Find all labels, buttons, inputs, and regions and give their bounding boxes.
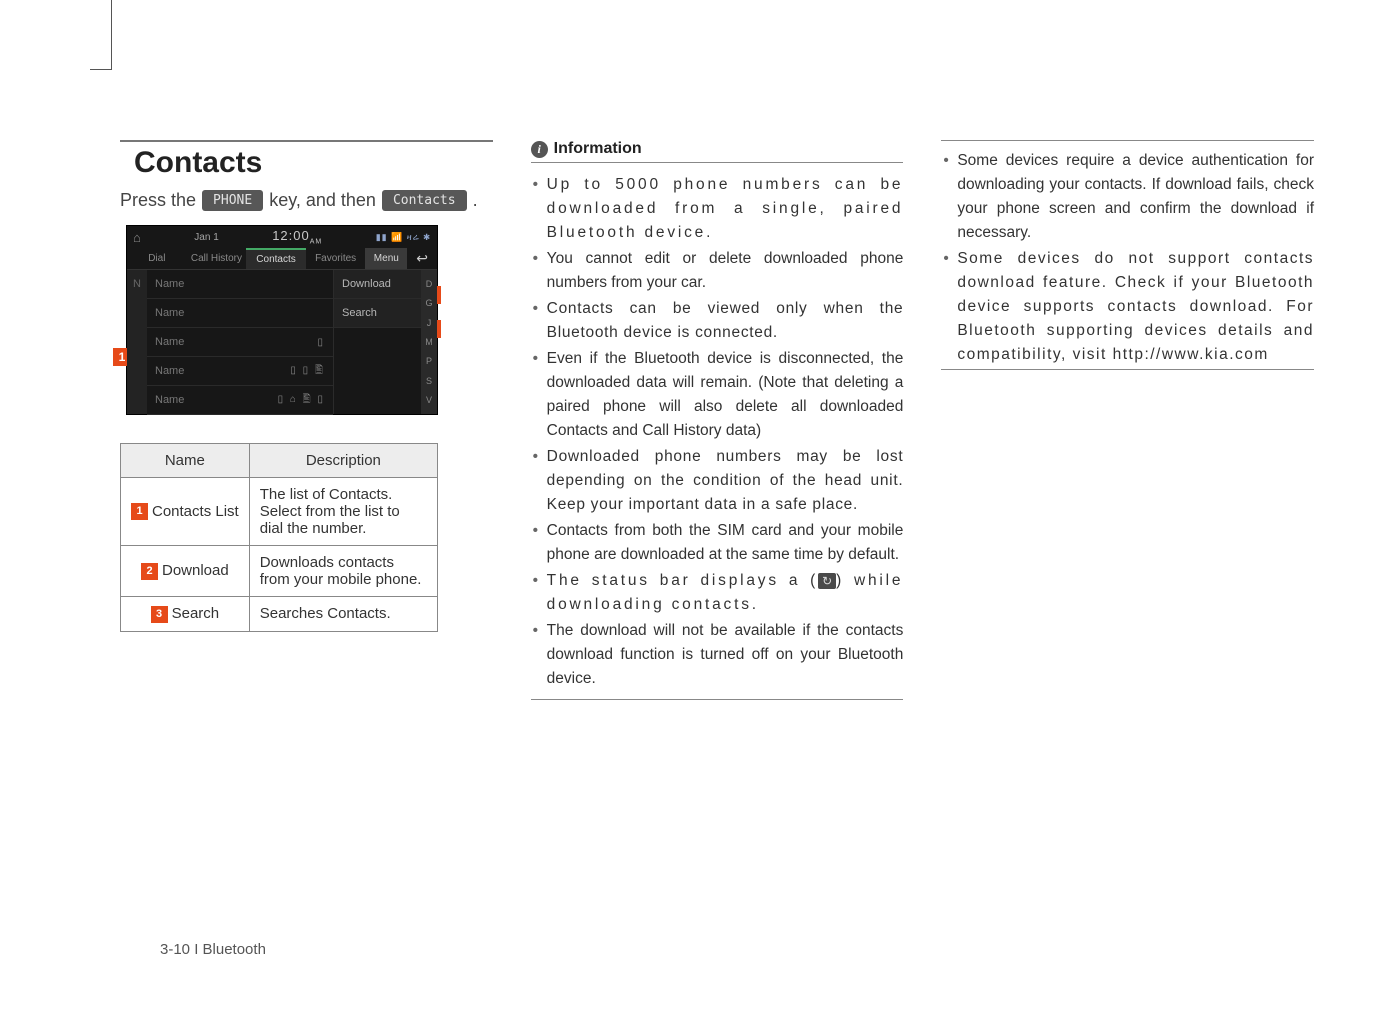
tab-menu: Menu — [365, 248, 407, 270]
page-content: Contacts Press the PHONE key, and then C… — [120, 140, 1314, 968]
tab-call-history: Call History — [187, 248, 247, 270]
page-footer: 3-10 I Bluetooth — [160, 941, 266, 958]
mock-status-icons: ▮▮ 📶 ዛሬ ✱ — [376, 232, 431, 243]
mock-search-btn: Search — [334, 299, 421, 328]
row-desc: The list of Contacts. Select from the li… — [249, 478, 437, 546]
info-item: Contacts from both the SIM card and your… — [531, 519, 904, 567]
list-item: Name▯ ⌂ 🖺 ▯ — [147, 386, 333, 415]
home-icon: ⌂ — [133, 230, 141, 245]
list-item: Name▯ — [147, 328, 333, 357]
info-item: Contacts can be viewed only when the Blu… — [531, 297, 904, 345]
press-suffix: . — [473, 190, 478, 211]
mock-time: 12:00AM — [272, 228, 322, 246]
column-1: Contacts Press the PHONE key, and then C… — [120, 140, 493, 708]
info-item: Some devices do not support contacts dow… — [941, 247, 1314, 367]
contacts-chip: Contacts — [382, 190, 467, 211]
mock-list: Name Name Name▯ Name▯ ▯ 🖺 Name▯ ⌂ 🖺 ▯ — [147, 270, 333, 414]
row-name: Download — [162, 562, 229, 579]
info-list-col2: Up to 5000 phone numbers can be download… — [531, 173, 904, 691]
list-item: Name — [147, 270, 333, 299]
badge-2: 2 — [141, 563, 158, 580]
crop-mark — [90, 0, 112, 70]
info-item: Even if the Bluetooth device is disconne… — [531, 347, 904, 443]
row-desc: Searches Contacts. — [249, 597, 437, 632]
info-item: Up to 5000 phone numbers can be download… — [531, 173, 904, 245]
info-item: The download will not be available if th… — [531, 619, 904, 691]
mock-statusbar: ⌂ Jan 1 12:00AM ▮▮ 📶 ዛሬ ✱ — [127, 226, 437, 248]
info-item: The status bar displays a () while downl… — [531, 569, 904, 617]
phone-key-chip: PHONE — [202, 190, 263, 211]
press-prefix: Press the — [120, 190, 196, 211]
info-icon: i — [531, 141, 548, 158]
description-table: Name Description 1Contacts List The list… — [120, 443, 438, 632]
info-item: You cannot edit or delete downloaded pho… — [531, 247, 904, 295]
mock-side-buttons: Download Search — [333, 270, 421, 414]
mock-date: Jan 1 — [194, 232, 218, 243]
list-item: Name▯ ▯ 🖺 — [147, 357, 333, 386]
tab-back: ↩ — [407, 248, 437, 270]
list-item: Name — [147, 299, 333, 328]
mock-tabs: Dial Call History Contacts Favorites Men… — [127, 248, 437, 270]
column-2: i Information Up to 5000 phone numbers c… — [531, 140, 904, 708]
press-mid: key, and then — [269, 190, 376, 211]
info-list-col3: Some devices require a device authentica… — [941, 140, 1314, 370]
column-3: Some devices require a device authentica… — [941, 140, 1314, 708]
mock-az-index: DGJMPSV — [421, 270, 437, 414]
sync-icon — [818, 573, 836, 589]
row-name: Contacts List — [152, 503, 239, 520]
info-item: Downloaded phone numbers may be lost dep… — [531, 445, 904, 517]
mock-download-btn: Download — [334, 270, 421, 299]
section-title: Contacts — [120, 146, 493, 180]
screenshot-contacts: 1 2 3 ⌂ Jan 1 12:00AM ▮▮ 📶 ዛሬ ✱ Dial Cal… — [126, 225, 438, 415]
badge-1: 1 — [131, 503, 148, 520]
badge-3: 3 — [151, 606, 168, 623]
tab-favorites: Favorites — [306, 248, 366, 270]
info-heading-text: Information — [554, 140, 642, 158]
section-header: Contacts — [120, 140, 493, 180]
table-row: 2Download Downloads contacts from your m… — [121, 546, 438, 597]
row-desc: Downloads contacts from your mobile phon… — [249, 546, 437, 597]
information-heading: i Information — [531, 140, 904, 163]
info-item: Some devices require a device authentica… — [941, 149, 1314, 245]
instruction-line: Press the PHONE key, and then Contacts . — [120, 190, 493, 211]
th-name: Name — [121, 444, 250, 478]
row-name: Search — [172, 605, 220, 622]
table-row: 1Contacts List The list of Contacts. Sel… — [121, 478, 438, 546]
table-row: 3Search Searches Contacts. — [121, 597, 438, 632]
mock-index-letter: N — [127, 270, 147, 414]
th-description: Description — [249, 444, 437, 478]
tab-contacts: Contacts — [246, 248, 306, 270]
tab-dial: Dial — [127, 248, 187, 270]
